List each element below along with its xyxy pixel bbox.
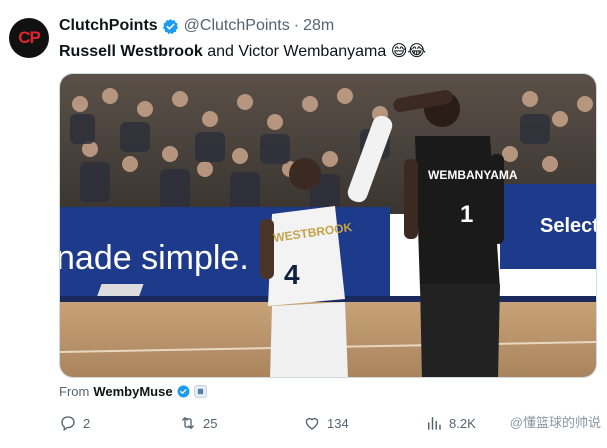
- tweet-timestamp[interactable]: 28m: [303, 17, 334, 35]
- analytics-icon: [428, 417, 441, 430]
- avatar-logo-text: CP: [18, 28, 41, 47]
- affiliate-badge-icon: [193, 385, 207, 398]
- like-count: 134: [327, 415, 349, 431]
- reply-icon: [61, 416, 75, 432]
- tweet-text: Russell Westbrook and Victor Wembanyama …: [59, 41, 426, 61]
- watermark: @懂篮球的帅说: [509, 415, 601, 430]
- verified-badge-icon: [162, 18, 178, 34]
- reply-button[interactable]: 2: [59, 414, 90, 432]
- ad-banner-left: nade simple.: [60, 239, 249, 277]
- basketball-photo: nade simple. Select H WESTBROOK 4 WEMBAN…: [60, 74, 597, 377]
- source-user[interactable]: WembyMuse: [93, 384, 172, 399]
- jersey-number-wembanyama: 1: [460, 201, 473, 228]
- view-count: 8.2K: [449, 415, 476, 431]
- source-prefix: From: [59, 384, 90, 399]
- retweet-button[interactable]: 25: [179, 414, 217, 432]
- tweet-text-bold: Russell Westbrook: [59, 43, 203, 60]
- account-name[interactable]: ClutchPoints: [59, 17, 158, 35]
- like-button[interactable]: 134: [303, 414, 349, 432]
- media-source: From WembyMuse: [59, 384, 207, 399]
- tweet-media-image[interactable]: nade simple. Select H WESTBROOK 4 WEMBAN…: [59, 73, 597, 378]
- avatar[interactable]: CP: [9, 18, 49, 58]
- jersey-number-westbrook: 4: [284, 259, 300, 290]
- views-button[interactable]: 8.2K: [425, 414, 476, 432]
- tweet-header: ClutchPoints @ClutchPoints · 28m: [59, 17, 334, 35]
- verified-badge-icon: [177, 385, 190, 398]
- account-handle[interactable]: @ClutchPoints: [184, 17, 290, 35]
- reply-count: 2: [83, 415, 91, 431]
- ad-banner-right: Select H: [540, 215, 597, 237]
- heart-icon: [305, 417, 319, 430]
- separator-dot: ·: [293, 17, 300, 34]
- jersey-name-wembanyama: WEMBANYAMA: [428, 168, 518, 182]
- tweet-text-rest: and Victor Wembanyama 😅😂: [202, 43, 427, 60]
- retweet-count: 25: [203, 415, 218, 431]
- retweet-icon: [182, 417, 194, 429]
